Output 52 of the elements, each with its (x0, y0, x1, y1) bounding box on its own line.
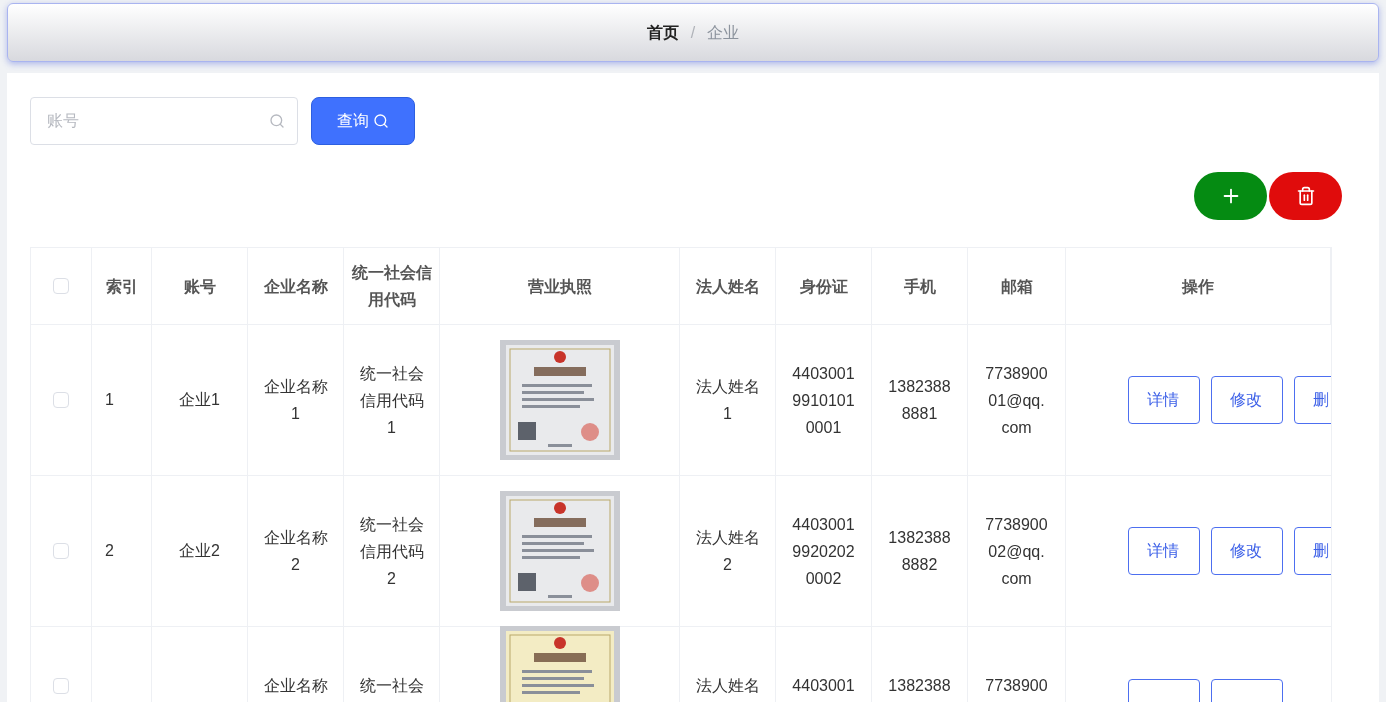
table-cell-text: 企业1 (179, 390, 220, 410)
row-checkbox[interactable] (53, 392, 69, 408)
search-icon (269, 113, 285, 129)
search-field[interactable]: 账号 (30, 97, 298, 145)
table-cell-text: 13823888882 (887, 528, 952, 575)
table-cell-text: 统一社会信用代码1 (358, 363, 425, 438)
table-cell-text: 773890001@qq.com (984, 363, 1049, 438)
search-icon (373, 113, 389, 129)
table-cell-text: 企业名称1 (262, 377, 329, 424)
table-cell-text: 7738900 (984, 676, 1049, 696)
table-cell-text: 440300199101010001 (791, 363, 856, 438)
trash-icon (1295, 186, 1316, 206)
column-header: 身份证 (798, 276, 849, 297)
action-button[interactable]: 详情 (1128, 376, 1200, 424)
table-cell-text: 企业名称 (262, 676, 329, 696)
column-header: 账号 (182, 276, 217, 297)
add-button[interactable] (1194, 172, 1267, 220)
table-cell-text: 773890002@qq.com (984, 514, 1049, 589)
breadcrumb-link[interactable]: 企业 (707, 20, 740, 45)
table-cell-text: 1 (105, 390, 114, 410)
table-cell-text: 法人姓名1 (694, 377, 761, 424)
action-button[interactable]: 修改 (1211, 376, 1283, 424)
select-all-checkbox[interactable] (53, 278, 69, 294)
action-button[interactable]: 详情 (1128, 527, 1200, 575)
breadcrumb-separator: / (690, 22, 696, 43)
column-header: 企业名称 (262, 276, 329, 297)
action-button[interactable]: 删 (1294, 527, 1331, 575)
table-cell-text: 1382388 (887, 676, 952, 696)
column-header: 法人姓名 (694, 276, 761, 297)
table-cell-text: 统一社会 (358, 676, 425, 696)
table-cell-text: 企业2 (179, 541, 220, 561)
table-cell-text: 法人姓名 (694, 676, 761, 696)
table-cell-text: 法人姓名2 (694, 528, 761, 575)
action-button[interactable]: 修改 (1211, 527, 1283, 575)
column-header: 操作 (1180, 276, 1215, 297)
row-checkbox[interactable] (53, 677, 69, 694)
table-cell-text: 4403001 (791, 676, 856, 696)
column-header: 邮箱 (999, 276, 1034, 297)
delete-button[interactable] (1269, 172, 1342, 220)
table-cell-text: 440300199202020002 (791, 514, 856, 589)
query-button[interactable]: 查询 (311, 97, 415, 145)
row-checkbox[interactable] (53, 543, 69, 559)
action-button[interactable]: 删 (1294, 376, 1331, 424)
table-cell-text: 统一社会信用代码2 (358, 514, 425, 589)
column-header: 营业执照 (526, 276, 593, 297)
table-cell-text: 2 (105, 541, 114, 561)
breadcrumb-link[interactable]: 首页 (646, 20, 679, 45)
column-header: 索引 (104, 276, 139, 297)
table-cell-text: 13823888881 (887, 377, 952, 424)
table-cell-text: 企业名称2 (262, 528, 329, 575)
column-header: 统一社会信用代码 (350, 263, 433, 310)
column-header: 手机 (902, 276, 937, 297)
